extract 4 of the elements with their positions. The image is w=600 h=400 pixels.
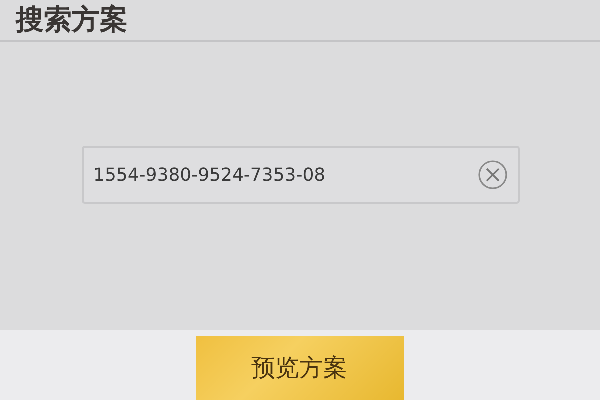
preview-button[interactable]: 预览方案 xyxy=(196,336,404,400)
panel-title: 搜索方案 xyxy=(16,5,128,36)
search-field[interactable]: 1554-9380-9524-7353-08 xyxy=(82,146,520,204)
clear-icon[interactable] xyxy=(478,160,508,190)
